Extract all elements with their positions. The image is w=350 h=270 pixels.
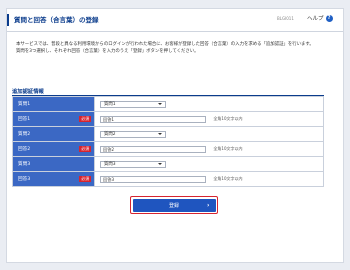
required-badge: 必須 (79, 175, 91, 182)
answer-row-2: 回答2 必須 回答2 全角10文字以内 (12, 141, 324, 157)
question-1-select[interactable]: 質問1 (100, 100, 166, 108)
chevron-down-icon (158, 133, 162, 135)
question-row-1: 質問1 質問1 (12, 96, 324, 112)
section-title: 追加認証情報 (12, 89, 44, 95)
answer-2-label: 回答2 必須 (12, 141, 95, 157)
answer-1-hint: 全角10文字以内 (213, 116, 243, 121)
answer-3-input[interactable]: 回答3 (100, 175, 206, 183)
description-line-1: 本サービスでは、普段と異なる利用環境からのログインが行われた場合に、お客様が登録… (16, 42, 314, 47)
submit-button-focus-ring: 登録 › (130, 196, 218, 214)
answer-3-label: 回答3 必須 (12, 171, 95, 187)
required-badge: 必須 (79, 115, 91, 122)
answer-row-3: 回答3 必須 回答3 全角10文字以内 (12, 171, 324, 187)
chevron-down-icon (158, 163, 162, 165)
security-question-form: 質問1 質問1 回答1 必須 回答1 全角10文字以内 質問2 質問2 回答2 必須… (12, 96, 324, 187)
screen-id: BLGI011 (277, 16, 294, 21)
title-accent-bar (7, 14, 9, 26)
question-2-label: 質問2 (12, 126, 95, 142)
help-icon: ? (325, 14, 333, 22)
register-button[interactable]: 登録 › (132, 198, 216, 212)
answer-1-label: 回答1 必須 (12, 111, 95, 127)
answer-row-1: 回答1 必須 回答1 全角10文字以内 (12, 111, 324, 127)
question-1-label: 質問1 (12, 96, 95, 112)
answer-3-hint: 全角10文字以内 (213, 176, 243, 181)
question-row-2: 質問2 質問2 (12, 126, 324, 142)
description: 本サービスでは、普段と異なる利用環境からのログインが行われた場合に、お客様が登録… (16, 41, 338, 55)
question-2-select[interactable]: 質問2 (100, 130, 166, 138)
description-line-2: 質問を3つ選択し、それぞれ回答（合言葉）を入力のうえ「登録」ボタンを押してくださ… (16, 49, 199, 54)
chevron-down-icon (158, 103, 162, 105)
help-label: ヘルプ (307, 16, 324, 22)
question-3-label: 質問3 (12, 156, 95, 172)
question-3-select[interactable]: 質問3 (100, 160, 166, 168)
page-title: 質問と回答（合言葉）の登録 (14, 16, 99, 24)
help-link[interactable]: ヘルプ ? (307, 14, 333, 22)
required-badge: 必須 (79, 145, 91, 152)
answer-2-input[interactable]: 回答2 (100, 145, 206, 153)
question-row-3: 質問3 質問3 (12, 156, 324, 172)
answer-1-input[interactable]: 回答1 (100, 115, 206, 123)
answer-2-hint: 全角10文字以内 (213, 146, 243, 151)
chevron-right-icon: › (207, 201, 210, 209)
register-button-label: 登録 (168, 202, 179, 209)
page-header: 質問と回答（合言葉）の登録 BLGI011 ヘルプ ? (7, 9, 343, 32)
